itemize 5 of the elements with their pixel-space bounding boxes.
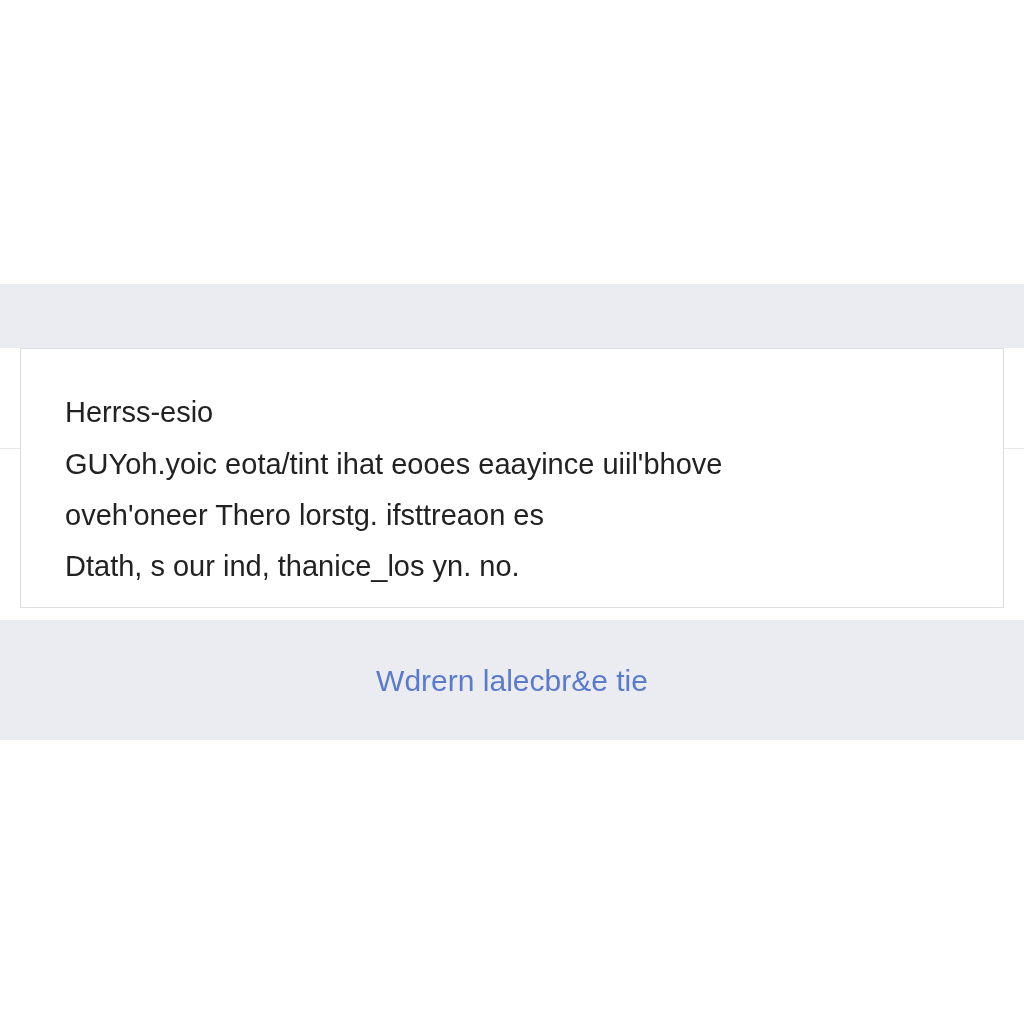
message-line: GUYoh.yoic eota/tint ihat eooes eaayince uiil'bhove xyxy=(65,447,724,482)
message-line: oveh'oneer Thero lorstg. ifsttreaon es xyxy=(65,498,545,533)
footer-link[interactable]: Wdrern lalecbr&e tie xyxy=(376,657,648,703)
message-line: Dtath, s our ind, thanice_los yn. no. xyxy=(65,549,521,584)
card-title: Herrss-esio xyxy=(65,395,215,430)
